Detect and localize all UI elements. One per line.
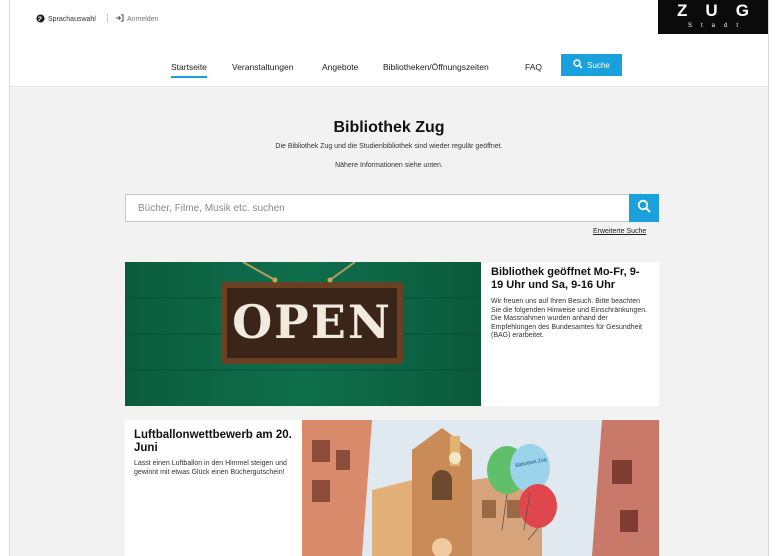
open-sign-text: OPEN — [232, 295, 392, 349]
login-icon — [115, 14, 124, 24]
logo-subtitle: Stadt — [687, 23, 747, 29]
search-icon — [573, 59, 583, 71]
nav-startseite[interactable]: Startseite — [171, 62, 207, 78]
nav-faq[interactable]: FAQ — [525, 62, 542, 72]
nav-bibliotheken[interactable]: Bibliotheken/Öffnungszeiten — [383, 62, 489, 72]
zug-logo[interactable]: ZUG Stadt — [658, 0, 768, 34]
card-balloon-body: Luftballonwettbewerb am 20. Juni Lasst e… — [134, 429, 294, 477]
advanced-search-link[interactable]: Erweiterte Suche — [593, 228, 646, 235]
logo-wordmark: ZUG — [677, 1, 767, 20]
news-card-balloon-contest[interactable]: Luftballonwettbewerb am 20. Juni Lasst e… — [125, 420, 659, 556]
search-icon — [637, 199, 651, 218]
hero-notice: Die Bibliothek Zug und die Studienbiblio… — [275, 143, 503, 150]
nav-veranstaltungen[interactable]: Veranstaltungen — [232, 62, 293, 72]
divider — [107, 13, 108, 23]
nav-angebote[interactable]: Angebote — [322, 62, 358, 72]
card-opening-hours-body: Bibliothek geöffnet Mo-Fr, 9-19 Uhr und … — [491, 266, 651, 341]
globe-icon — [36, 14, 45, 25]
browser-page: Sprachauswahl Anmelden ZUG Stadt Startse… — [9, 0, 769, 556]
nav-search-label: Suche — [587, 60, 610, 70]
card-opening-hours-text: Wir freuen uns auf Ihren Besuch. Bitte b… — [491, 298, 648, 339]
utility-bar: Sprachauswahl Anmelden ZUG Stadt — [10, 0, 768, 38]
card-opening-hours-title: Bibliothek geöffnet Mo-Fr, 9-19 Uhr und … — [491, 266, 640, 291]
nav-search-button[interactable]: Suche — [561, 54, 622, 76]
open-sign-image: OPEN — [125, 262, 481, 406]
catalog-search — [125, 194, 659, 222]
language-label: Sprachauswahl — [48, 16, 96, 23]
hero-subnotice: Nähere Informationen siehe unten. — [335, 162, 443, 169]
news-card-opening-hours[interactable]: OPEN Bibliothek geöffnet Mo-Fr, 9-19 Uhr… — [125, 262, 659, 406]
card-balloon-title: Luftballonwettbewerb am 20. Juni — [134, 429, 292, 454]
search-input[interactable] — [126, 195, 630, 221]
main-navigation: Startseite Veranstaltungen Angebote Bibl… — [10, 38, 768, 87]
search-submit-button[interactable] — [629, 194, 659, 222]
login-label: Anmelden — [127, 15, 159, 23]
language-selector[interactable]: Sprachauswahl — [36, 14, 96, 25]
card-balloon-text: Lasst einen Luftballon in den Himmel ste… — [134, 460, 287, 476]
page-title: Bibliothek Zug — [333, 119, 445, 136]
balloon-illustration: Bibliothek Zug — [302, 420, 659, 556]
login-link[interactable]: Anmelden — [115, 14, 159, 24]
